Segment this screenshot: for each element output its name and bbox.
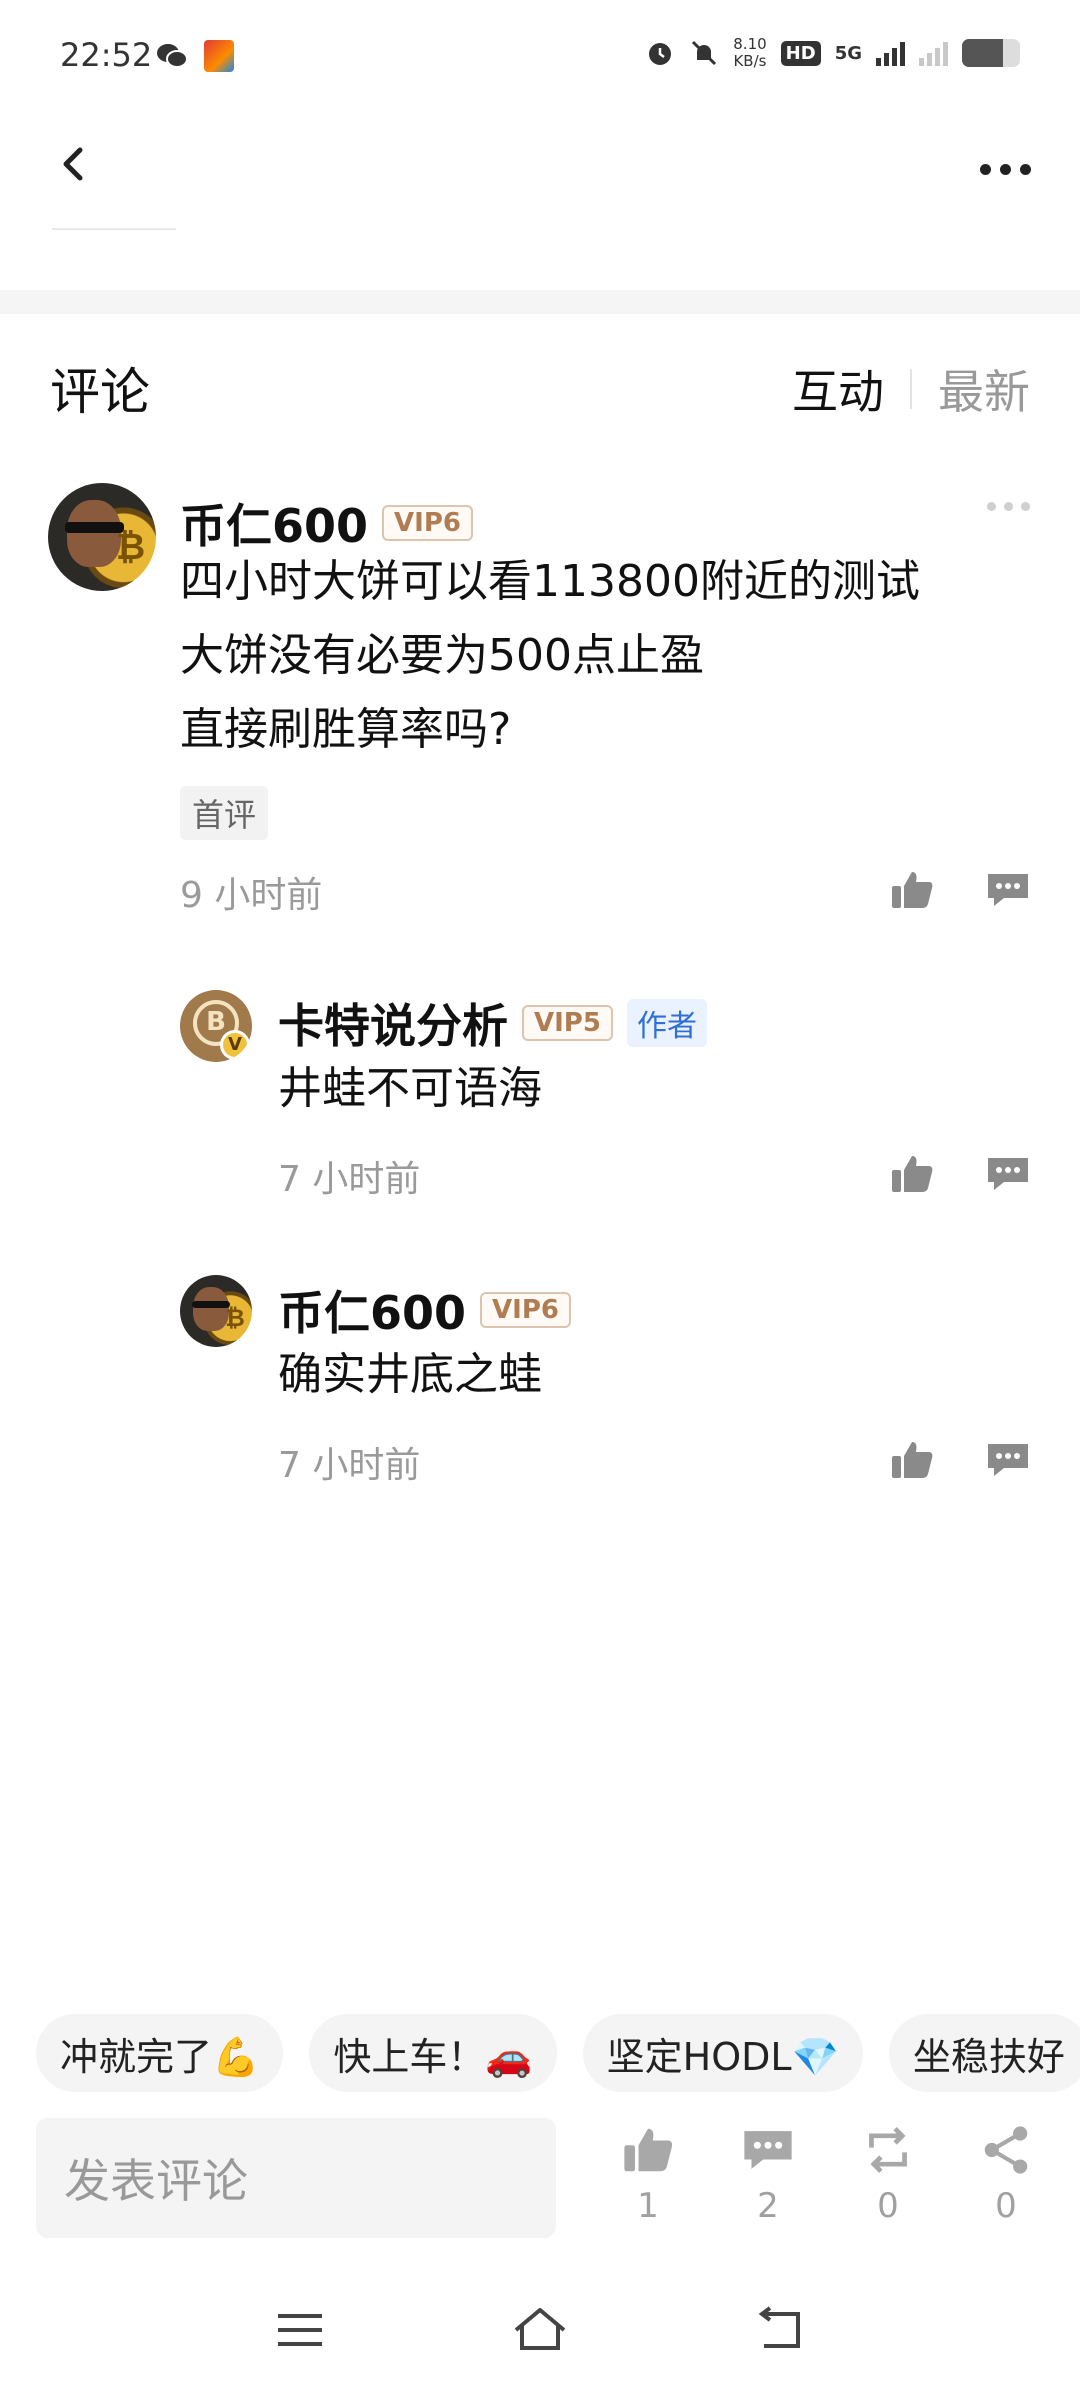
vip-badge: VIP5 — [522, 1005, 613, 1041]
user-name[interactable]: 币仁600 — [278, 1277, 466, 1343]
app-notification-icon — [204, 40, 234, 72]
wechat-icon — [157, 44, 188, 68]
header — [0, 110, 1080, 230]
chevron-left-icon — [63, 147, 83, 181]
first-comment-tag: 首评 — [180, 786, 269, 840]
comment-count: 2 — [757, 2186, 779, 2226]
repost-icon — [869, 2127, 907, 2173]
network-type: 5G — [834, 42, 862, 64]
like-icon — [624, 2128, 673, 2172]
quick-reply-chip[interactable]: 快上车！🚗 — [309, 2014, 557, 2092]
share-icon — [984, 2126, 1028, 2174]
reply-header: 币仁600 VIP6 — [278, 1277, 571, 1343]
reply-text: 确实井底之蛙 — [278, 1349, 542, 1400]
home-icon[interactable] — [510, 2300, 570, 2360]
timestamp: 7 小时前 — [278, 1445, 421, 1486]
repost-button[interactable]: 0 — [848, 2124, 928, 2226]
divider — [52, 228, 176, 230]
reply-header: 卡特说分析 VIP5 作者 — [278, 990, 707, 1056]
reply-text: 井蛙不可语海 — [278, 1063, 542, 1114]
back-button[interactable] — [48, 134, 98, 194]
quick-replies: 冲就完了💪 快上车！🚗 坚定HODL💎 坐稳扶好 — [36, 2014, 1080, 2092]
like-icon[interactable] — [890, 1440, 934, 1480]
avatar[interactable]: B V — [180, 990, 252, 1062]
menu-icon[interactable] — [270, 2300, 330, 2360]
status-time: 22:52 — [60, 36, 153, 74]
reply-icon[interactable] — [986, 1154, 1030, 1194]
verified-icon: V — [220, 1030, 250, 1060]
timestamp: 7 小时前 — [278, 1159, 421, 1200]
like-button[interactable]: 1 — [608, 2124, 688, 2226]
comment-icon — [744, 2131, 792, 2169]
comment-more-button[interactable] — [987, 502, 1030, 511]
vip-badge: VIP6 — [382, 505, 473, 541]
comment-input[interactable]: 发表评论 — [36, 2118, 556, 2238]
quick-reply-chip[interactable]: 坚定HODL💎 — [582, 2014, 863, 2092]
quick-reply-chip[interactable]: 坐稳扶好 — [888, 2014, 1080, 2092]
avatar[interactable]: ₿ — [180, 1275, 252, 1347]
system-nav-bar — [0, 2280, 1080, 2388]
vip-badge: VIP6 — [480, 1292, 571, 1328]
reply-icon[interactable] — [986, 1440, 1030, 1480]
user-name[interactable]: 卡特说分析 — [278, 990, 508, 1056]
tab-interactive[interactable]: 互动 — [792, 356, 884, 422]
author-badge: 作者 — [626, 999, 707, 1047]
reply-icon[interactable] — [986, 870, 1030, 910]
alarm-icon — [649, 43, 672, 65]
more-button[interactable] — [980, 154, 1040, 184]
share-button[interactable]: 0 — [966, 2124, 1046, 2226]
comment-button[interactable]: 2 — [728, 2124, 808, 2226]
mute-bell-icon — [692, 40, 717, 66]
battery-icon — [962, 39, 1020, 67]
timestamp: 9 小时前 — [180, 875, 323, 916]
more-horizontal-icon — [980, 163, 991, 175]
tab-latest[interactable]: 最新 — [938, 356, 1030, 422]
net-speed: 8.10 KB/s — [733, 35, 767, 70]
divider — [910, 369, 912, 409]
share-count: 0 — [995, 2186, 1017, 2226]
comment-text: 四小时大饼可以看113800附近的测试 大饼没有必要为500点止盈 直接刷胜算率… — [180, 556, 920, 755]
repost-count: 0 — [877, 2186, 899, 2226]
hd-badge: HD — [780, 40, 821, 66]
like-count: 1 — [637, 2186, 659, 2226]
like-icon[interactable] — [890, 1154, 934, 1194]
section-divider — [0, 290, 1080, 314]
signal-icon — [876, 40, 905, 66]
comments-title: 评论 — [50, 363, 150, 421]
avatar[interactable]: ₿ — [48, 483, 156, 591]
sort-tabs: 互动 最新 — [792, 356, 1030, 422]
back-nav-icon[interactable] — [750, 2300, 810, 2360]
quick-reply-chip[interactable]: 冲就完了💪 — [36, 2014, 284, 2092]
status-bar: 22:52 8.10 KB/s HD 5G — [0, 0, 1080, 110]
like-icon[interactable] — [890, 870, 934, 910]
signal-2-icon — [919, 40, 948, 66]
